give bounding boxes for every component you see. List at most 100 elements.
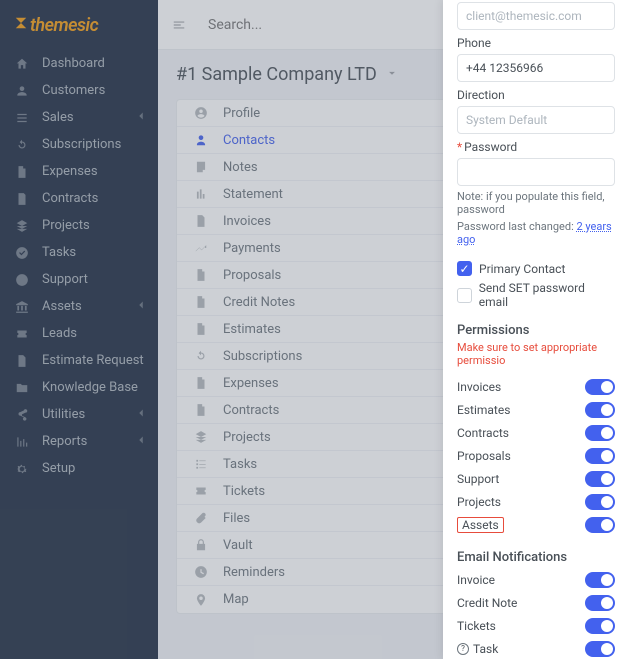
lock-icon bbox=[193, 538, 209, 552]
permission-toggle[interactable] bbox=[585, 517, 615, 533]
password-field[interactable] bbox=[457, 158, 615, 186]
ticket-icon bbox=[193, 484, 209, 498]
permission-support: Support bbox=[457, 467, 615, 490]
file-icon bbox=[193, 268, 209, 282]
page-title-text: #1 Sample Company LTD bbox=[176, 64, 377, 85]
sidebar-item-label: Expenses bbox=[42, 164, 144, 179]
sidebar-item-reports[interactable]: Reports bbox=[0, 428, 158, 455]
file-icon bbox=[193, 322, 209, 336]
password-label: *Password bbox=[457, 140, 615, 154]
permission-label: Assets bbox=[457, 517, 504, 533]
permission-toggle[interactable] bbox=[585, 402, 615, 418]
email-field[interactable] bbox=[457, 2, 615, 30]
sidebar-item-label: Utilities bbox=[42, 407, 134, 422]
chart-icon bbox=[14, 434, 30, 450]
refresh-icon bbox=[193, 349, 209, 363]
phone-label: Phone bbox=[457, 36, 615, 50]
ticket-icon bbox=[14, 326, 30, 342]
sidebar-item-knowledge-base[interactable]: Knowledge Base bbox=[0, 374, 158, 401]
permission-label: Contracts bbox=[457, 426, 509, 440]
send-set-password-checkbox[interactable]: Send SET password email bbox=[457, 281, 615, 309]
permission-toggle[interactable] bbox=[585, 379, 615, 395]
permission-contracts: Contracts bbox=[457, 421, 615, 444]
sidebar-item-label: Setup bbox=[42, 461, 144, 476]
email-notif-toggle[interactable] bbox=[585, 641, 615, 657]
password-changed-note: Password last changed: 2 years ago bbox=[457, 220, 615, 246]
sidebar-item-dashboard[interactable]: Dashboard bbox=[0, 50, 158, 77]
file-icon bbox=[193, 295, 209, 309]
document-icon bbox=[14, 191, 30, 207]
share-icon bbox=[14, 407, 30, 423]
check-circle-icon bbox=[14, 245, 30, 261]
sidebar-item-label: Dashboard bbox=[42, 56, 144, 71]
bar-chart-icon bbox=[193, 187, 209, 201]
sidebar-item-assets[interactable]: Assets bbox=[0, 293, 158, 320]
logo[interactable]: themesic bbox=[0, 0, 158, 50]
sidebar-item-label: Projects bbox=[42, 218, 144, 233]
permission-toggle[interactable] bbox=[585, 494, 615, 510]
email-notif-toggle[interactable] bbox=[585, 595, 615, 611]
direction-label: Direction bbox=[457, 88, 615, 102]
permission-label: Support bbox=[457, 472, 499, 486]
email-notif-label: Tickets bbox=[457, 619, 496, 633]
sidebar-item-leads[interactable]: Leads bbox=[0, 320, 158, 347]
note-icon bbox=[193, 160, 209, 174]
refresh-icon bbox=[14, 137, 30, 153]
sidebar-item-projects[interactable]: Projects bbox=[0, 212, 158, 239]
sidebar-item-estimate-request[interactable]: Estimate Request bbox=[0, 347, 158, 374]
sidebar-item-label: Subscriptions bbox=[42, 137, 144, 152]
file-icon bbox=[193, 376, 209, 390]
sidebar-item-tasks[interactable]: Tasks bbox=[0, 239, 158, 266]
permission-label: Invoices bbox=[457, 380, 501, 394]
email-notifications-title: Email Notifications bbox=[457, 550, 615, 565]
permission-assets: Assets bbox=[457, 513, 615, 536]
sidebar-item-setup[interactable]: Setup bbox=[0, 455, 158, 482]
password-note: Note: if you populate this field, passwo… bbox=[457, 190, 615, 216]
sidebar-item-subscriptions[interactable]: Subscriptions bbox=[0, 131, 158, 158]
home-icon bbox=[14, 56, 30, 72]
permission-toggle[interactable] bbox=[585, 471, 615, 487]
sidebar-item-contracts[interactable]: Contracts bbox=[0, 185, 158, 212]
permission-invoices: Invoices bbox=[457, 375, 615, 398]
sidebar-item-support[interactable]: Support bbox=[0, 266, 158, 293]
email-notif-label: Invoice bbox=[457, 573, 495, 587]
phone-field[interactable] bbox=[457, 54, 615, 82]
layers-icon bbox=[193, 430, 209, 444]
permission-projects: Projects bbox=[457, 490, 615, 513]
sidebar-item-sales[interactable]: Sales bbox=[0, 104, 158, 131]
direction-select[interactable] bbox=[457, 106, 615, 134]
file-icon bbox=[193, 403, 209, 417]
sidebar-item-customers[interactable]: Customers bbox=[0, 77, 158, 104]
logo-icon bbox=[14, 16, 28, 34]
sidebar-item-label: Reports bbox=[42, 434, 134, 449]
logo-text: themesic bbox=[30, 15, 98, 36]
chevron-left-icon bbox=[134, 433, 144, 451]
menu-toggle-icon[interactable] bbox=[172, 18, 190, 32]
permission-toggle[interactable] bbox=[585, 425, 615, 441]
gear-icon bbox=[14, 461, 30, 477]
email-notif-toggle[interactable] bbox=[585, 572, 615, 588]
checkbox-checked-icon: ✓ bbox=[457, 261, 472, 276]
sidebar-item-utilities[interactable]: Utilities bbox=[0, 401, 158, 428]
sidebar-item-label: Estimate Request bbox=[42, 353, 144, 368]
email-notif-toggle[interactable] bbox=[585, 618, 615, 634]
email-notif-tickets: Tickets bbox=[457, 614, 615, 637]
paperclip-icon bbox=[193, 511, 209, 525]
life-ring-icon bbox=[14, 272, 30, 288]
permission-toggle[interactable] bbox=[585, 448, 615, 464]
help-icon[interactable]: ? bbox=[457, 643, 469, 655]
layers-icon bbox=[14, 218, 30, 234]
sidebar-item-expenses[interactable]: Expenses bbox=[0, 158, 158, 185]
folder-icon bbox=[14, 380, 30, 396]
email-notif-task: ?Task bbox=[457, 637, 615, 659]
file-alt-icon bbox=[14, 353, 30, 369]
email-notif-invoice: Invoice bbox=[457, 568, 615, 591]
pin-icon bbox=[193, 593, 209, 607]
clock-icon bbox=[193, 565, 209, 579]
chevron-down-icon bbox=[385, 64, 399, 85]
contact-edit-panel: Phone Direction *Password Note: if you p… bbox=[443, 0, 629, 659]
permission-estimates: Estimates bbox=[457, 398, 615, 421]
sidebar-item-label: Tasks bbox=[42, 245, 144, 260]
primary-contact-checkbox[interactable]: ✓ Primary Contact bbox=[457, 261, 615, 276]
sidebar-item-label: Customers bbox=[42, 83, 144, 98]
